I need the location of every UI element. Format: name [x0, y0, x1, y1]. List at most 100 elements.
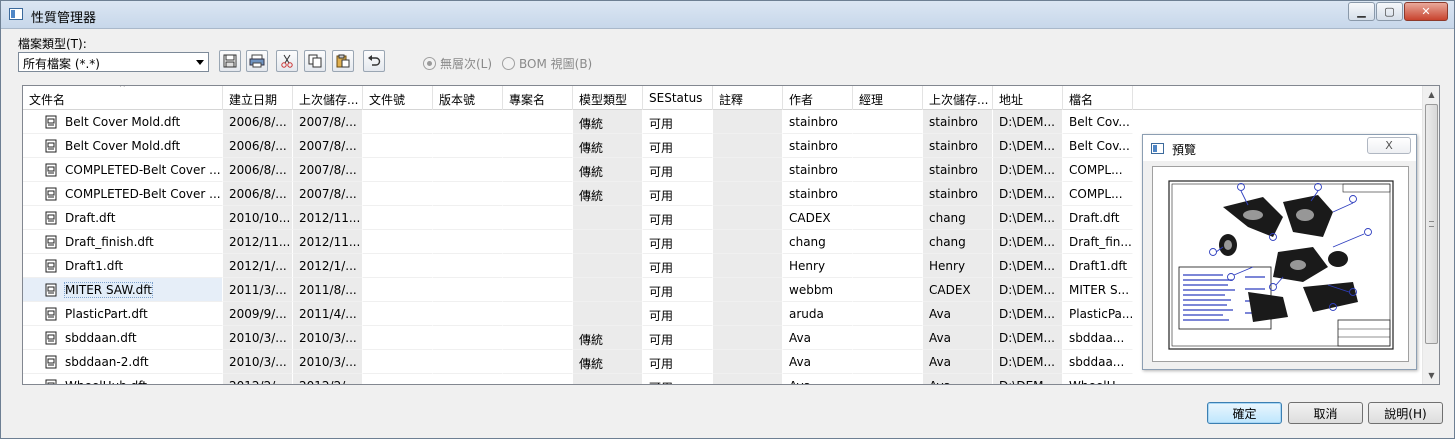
file-name: WheelHub.dft	[65, 379, 147, 384]
table-cell: 傳統	[573, 182, 643, 206]
table-cell: 2012/11...	[293, 230, 363, 254]
help-button[interactable]: 說明(H)	[1368, 402, 1443, 424]
table-cell: stainbro	[923, 158, 993, 182]
draft-file-icon	[45, 355, 57, 369]
print-button[interactable]	[246, 50, 268, 72]
column-header-4[interactable]: 版本號	[433, 86, 503, 110]
column-header-2[interactable]: 上次儲存...	[293, 86, 363, 110]
table-cell: 2012/11...	[293, 206, 363, 230]
flat-view-radio[interactable]: 無層次(L)	[423, 55, 492, 72]
column-header-10[interactable]: 經理	[853, 86, 923, 110]
column-header-11[interactable]: 上次儲存...	[923, 86, 993, 110]
column-header-1[interactable]: 建立日期	[223, 86, 293, 110]
close-button[interactable]: ✕	[1404, 2, 1448, 21]
table-cell	[853, 350, 923, 374]
undo-icon	[368, 55, 381, 66]
file-name: Belt Cover Mold.dft	[65, 139, 181, 153]
preview-window: 預覽 X	[1142, 134, 1417, 370]
table-cell: D:\DEM...	[993, 278, 1063, 302]
vertical-scrollbar[interactable]: ▲ ▼	[1422, 86, 1439, 384]
preview-close-button[interactable]: X	[1367, 137, 1411, 154]
column-header-8[interactable]: 註釋	[713, 86, 783, 110]
minimize-button[interactable]: ▁	[1348, 2, 1375, 21]
table-cell	[503, 230, 573, 254]
column-header-5[interactable]: 專案名	[503, 86, 573, 110]
table-cell: Belt Cov...	[1063, 110, 1133, 134]
table-cell: 2007/8/...	[293, 182, 363, 206]
column-header-12[interactable]: 地址	[993, 86, 1063, 110]
table-cell: stainbro	[783, 110, 853, 134]
file-name: COMPLETED-Belt Cover ...	[65, 187, 221, 201]
table-cell: 2007/8/...	[293, 110, 363, 134]
table-row[interactable]: WheelHub.dft 2012/2/...2012/2/... 可用 Ava Ava…	[23, 374, 1423, 384]
column-header-7[interactable]: SEStatus	[643, 86, 713, 110]
drawing-preview-image	[1152, 166, 1409, 362]
file-type-select[interactable]: 所有檔案 (*.*)	[18, 52, 209, 72]
table-cell: Henry	[923, 254, 993, 278]
bom-view-label: BOM 視圖(B)	[519, 57, 593, 71]
close-icon: ✕	[1421, 5, 1431, 18]
column-header-13[interactable]: 檔名	[1063, 86, 1133, 110]
table-cell: 可用	[643, 350, 713, 374]
table-cell: D:\DEM...	[993, 134, 1063, 158]
table-cell: D:\DEM...	[993, 158, 1063, 182]
table-cell	[713, 158, 783, 182]
column-header-6[interactable]: 模型類型	[573, 86, 643, 110]
ok-button[interactable]: 確定	[1207, 402, 1282, 424]
table-cell: CADEX	[923, 278, 993, 302]
chevron-down-icon	[196, 60, 204, 65]
table-cell	[433, 302, 503, 326]
file-name: MITER SAW.dft	[64, 282, 153, 298]
table-cell	[503, 182, 573, 206]
table-header: 文件名 ^ 建立日期 上次儲存... 文件號 版本號 專案名 模型類型 SEStatus 註釋 作者…	[23, 86, 1423, 110]
table-cell: D:\DEM...	[993, 110, 1063, 134]
table-cell: Belt Cover Mold.dft	[23, 134, 223, 158]
save-icon	[223, 54, 237, 68]
file-name: Draft_finish.dft	[65, 235, 154, 249]
file-name: sbddaan.dft	[65, 331, 137, 345]
table-cell: COMPL...	[1063, 182, 1133, 206]
table-cell: PlasticPart.dft	[23, 302, 223, 326]
table-cell	[433, 230, 503, 254]
table-cell: 2011/8/...	[293, 278, 363, 302]
table-cell	[573, 302, 643, 326]
table-cell: WheelH...	[1063, 374, 1133, 384]
close-icon: X	[1385, 139, 1393, 152]
table-cell: 2010/3/...	[293, 350, 363, 374]
table-row[interactable]: Belt Cover Mold.dft 2006/8/... 2007/8/... 傳…	[23, 110, 1423, 134]
copy-button[interactable]	[304, 50, 326, 72]
column-header-9[interactable]: 作者	[783, 86, 853, 110]
table-cell: 可用	[643, 134, 713, 158]
table-cell	[363, 326, 433, 350]
table-cell: 2010/3/...	[293, 326, 363, 350]
table-cell: 2007/8/...	[293, 134, 363, 158]
column-header-3[interactable]: 文件號	[363, 86, 433, 110]
table-cell: 可用	[643, 182, 713, 206]
table-cell	[503, 134, 573, 158]
maximize-button[interactable]: ▢	[1376, 2, 1403, 21]
table-cell	[433, 206, 503, 230]
scroll-thumb[interactable]	[1425, 104, 1438, 344]
bom-view-radio[interactable]: BOM 視圖(B)	[502, 55, 592, 72]
table-cell: Draft.dft	[1063, 206, 1133, 230]
scroll-down-icon[interactable]: ▼	[1423, 367, 1439, 384]
table-cell	[363, 206, 433, 230]
undo-button[interactable]	[363, 50, 385, 72]
copy-icon	[308, 54, 322, 68]
table-cell: 2009/9/...	[223, 302, 293, 326]
table-cell: Draft.dft	[23, 206, 223, 230]
table-cell: Henry	[783, 254, 853, 278]
save-button[interactable]	[219, 50, 241, 72]
table-cell: stainbro	[923, 134, 993, 158]
scroll-up-icon[interactable]: ▲	[1423, 86, 1439, 103]
file-type-value: 所有檔案 (*.*)	[23, 57, 100, 71]
cut-button[interactable]	[276, 50, 298, 72]
paste-button[interactable]	[332, 50, 354, 72]
file-name: COMPLETED-Belt Cover ...	[65, 163, 221, 177]
cancel-button[interactable]: 取消	[1288, 402, 1363, 424]
table-cell	[713, 326, 783, 350]
table-cell: D:\DEM...	[993, 374, 1063, 384]
column-header-0[interactable]: 文件名 ^	[23, 86, 223, 110]
table-cell: 可用	[643, 206, 713, 230]
table-cell: 2011/4/...	[293, 302, 363, 326]
